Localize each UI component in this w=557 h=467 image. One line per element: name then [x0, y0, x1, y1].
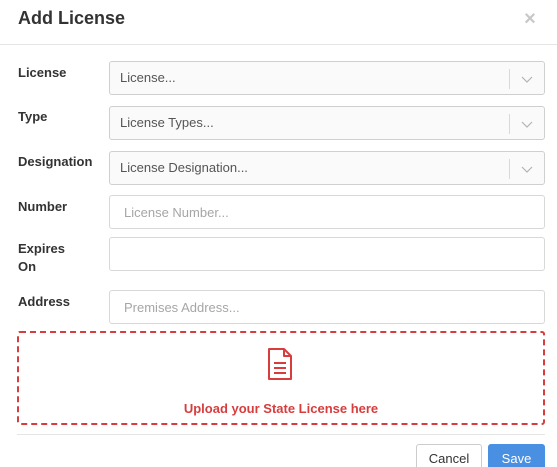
select-separator — [509, 114, 510, 134]
type-label: Type — [18, 109, 48, 124]
type-select[interactable]: License Types... — [109, 106, 545, 140]
modal-title: Add License — [18, 8, 126, 28]
designation-select-placeholder: License Designation... — [120, 160, 248, 175]
expires-on-label-line1: Expires — [18, 241, 65, 256]
select-separator — [509, 69, 510, 89]
license-select-placeholder: License... — [120, 70, 176, 85]
modal-header: Add License × — [0, 0, 557, 45]
expires-on-label: Expires On — [18, 240, 65, 276]
license-select[interactable]: License... — [109, 61, 545, 95]
chevron-down-icon[interactable] — [519, 161, 535, 177]
license-number-input[interactable] — [109, 195, 545, 229]
designation-select[interactable]: License Designation... — [109, 151, 545, 185]
cancel-button[interactable]: Cancel — [416, 444, 482, 467]
number-label: Number — [18, 199, 68, 214]
close-icon[interactable]: × — [521, 9, 539, 29]
designation-label: Designation — [18, 154, 93, 169]
expires-on-label-line2: On — [18, 259, 37, 274]
license-label: License — [18, 65, 67, 80]
chevron-down-icon[interactable] — [519, 71, 535, 87]
select-separator — [509, 159, 510, 179]
address-label: Address — [18, 294, 71, 309]
premises-address-input[interactable] — [109, 290, 545, 324]
expires-on-input[interactable] — [109, 237, 545, 271]
save-button[interactable]: Save — [488, 444, 545, 467]
type-select-placeholder: License Types... — [120, 115, 214, 130]
document-icon — [268, 348, 292, 380]
chevron-down-icon[interactable] — [519, 116, 535, 132]
license-upload-dropzone[interactable]: Upload your State License here — [17, 331, 545, 425]
add-license-modal: Add License × License License... Type Li… — [0, 0, 557, 467]
upload-instruction: Upload your State License here — [183, 401, 379, 416]
footer-divider — [17, 434, 545, 435]
